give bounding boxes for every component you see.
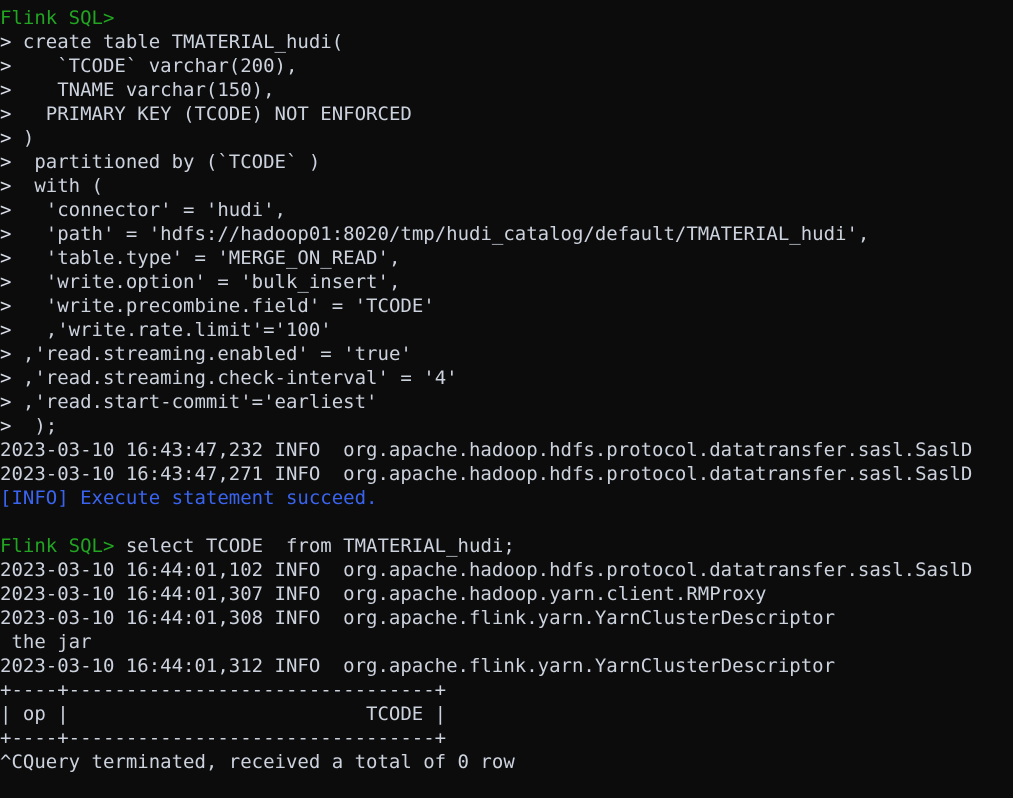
log-line-line: the jar — [0, 630, 1013, 654]
result-table-header-row: | op | TCODE | — [0, 703, 447, 725]
log-line: 2023-03-10 16:43:47,271 INFO org.apache.… — [0, 463, 973, 485]
terminal-line-continuation: > 'write.option' = 'bulk_insert', — [0, 270, 1013, 294]
sql-statement-text: PRIMARY KEY (TCODE) NOT ENFORCED — [11, 103, 412, 125]
sql-statement-text: partitioned by (`TCODE` ) — [11, 151, 321, 173]
continuation-marker: > — [0, 247, 12, 269]
continuation-marker: > — [0, 151, 12, 173]
continuation-marker: > — [0, 415, 12, 437]
log-line-line: 2023-03-10 16:44:01,308 INFO org.apache.… — [0, 606, 1013, 630]
sql-statement-text: ,'read.streaming.enabled' = 'true' — [11, 343, 412, 365]
terminal-line-continuation: > TNAME varchar(150), — [0, 78, 1013, 102]
continuation-marker: > — [0, 271, 12, 293]
result-table-border-line: +----+--------------------------------+ — [0, 678, 1013, 702]
sql-command-text: select TCODE from TMATERIAL_hudi; — [114, 535, 515, 557]
terminal-line-continuation: > 'path' = 'hdfs://hadoop01:8020/tmp/hud… — [0, 222, 1013, 246]
terminal-line-command: Flink SQL> select TCODE from TMATERIAL_h… — [0, 534, 1013, 558]
sql-statement-text: 'table.type' = 'MERGE_ON_READ', — [11, 247, 401, 269]
continuation-marker: > — [0, 127, 12, 149]
result-table-border: +----+--------------------------------+ — [0, 679, 447, 701]
terminal-line-continuation: > ,'read.start-commit'='earliest' — [0, 390, 1013, 414]
continuation-marker: > — [0, 367, 12, 389]
terminal-line-continuation: > ,'write.rate.limit'='100' — [0, 318, 1013, 342]
log-line-line: 2023-03-10 16:44:01,307 INFO org.apache.… — [0, 582, 1013, 606]
continuation-marker: > — [0, 295, 12, 317]
continuation-marker: > — [0, 199, 12, 221]
sql-statement-text: ,'read.start-commit'='earliest' — [11, 391, 378, 413]
log-line: 2023-03-10 16:44:01,102 INFO org.apache.… — [0, 559, 973, 581]
sql-statement-text: 'path' = 'hdfs://hadoop01:8020/tmp/hudi_… — [11, 223, 870, 245]
flink-sql-prompt: Flink SQL> — [0, 535, 115, 557]
terminal-line-continuation: > with ( — [0, 174, 1013, 198]
flink-sql-prompt: Flink SQL> — [0, 7, 115, 29]
terminal-line-continuation: > 'connector' = 'hudi', — [0, 198, 1013, 222]
continuation-marker: > — [0, 175, 12, 197]
continuation-marker: > — [0, 31, 12, 53]
terminal-line-continuation: > PRIMARY KEY (TCODE) NOT ENFORCED — [0, 102, 1013, 126]
continuation-marker: > — [0, 55, 12, 77]
terminal-line-continuation: > ) — [0, 126, 1013, 150]
continuation-marker: > — [0, 343, 12, 365]
continuation-marker: > — [0, 319, 12, 341]
terminal-line-continuation: > 'table.type' = 'MERGE_ON_READ', — [0, 246, 1013, 270]
log-line: 2023-03-10 16:44:01,312 INFO org.apache.… — [0, 655, 836, 677]
result-table-border: +----+--------------------------------+ — [0, 727, 447, 749]
sql-statement-text: 'write.precombine.field' = 'TCODE' — [11, 295, 435, 317]
info-message-line: [INFO] Execute statement succeed. — [0, 486, 1013, 510]
terminal-line-continuation: > ,'read.streaming.enabled' = 'true' — [0, 342, 1013, 366]
sql-statement-text: ,'write.rate.limit'='100' — [11, 319, 332, 341]
log-line: 2023-03-10 16:43:47,232 INFO org.apache.… — [0, 439, 973, 461]
log-line: 2023-03-10 16:44:01,308 INFO org.apache.… — [0, 607, 836, 629]
continuation-marker: > — [0, 103, 12, 125]
log-line-line: 2023-03-10 16:43:47,271 INFO org.apache.… — [0, 462, 1013, 486]
sql-statement-text: create table TMATERIAL_hudi( — [11, 31, 344, 53]
query-terminated-status: ^CQuery terminated, received a total of … — [0, 751, 515, 773]
terminal-line-continuation: > `TCODE` varchar(200), — [0, 54, 1013, 78]
continuation-marker: > — [0, 79, 12, 101]
log-line: 2023-03-10 16:44:01,307 INFO org.apache.… — [0, 583, 767, 605]
terminal-line-continuation: > partitioned by (`TCODE` ) — [0, 150, 1013, 174]
log-line-line: 2023-03-10 16:44:01,102 INFO org.apache.… — [0, 558, 1013, 582]
continuation-marker: > — [0, 223, 12, 245]
sql-statement-text: 'connector' = 'hudi', — [11, 199, 286, 221]
sql-statement-text: ); — [11, 415, 58, 437]
sql-statement-text: ) — [11, 127, 35, 149]
sql-statement-text: `TCODE` varchar(200), — [11, 55, 298, 77]
terminal-line-continuation: > ,'read.streaming.check-interval' = '4' — [0, 366, 1013, 390]
continuation-marker: > — [0, 391, 12, 413]
log-line: the jar — [0, 631, 92, 653]
terminal-line-prompt: Flink SQL> — [0, 6, 1013, 30]
log-line-line: 2023-03-10 16:44:01,312 INFO org.apache.… — [0, 654, 1013, 678]
terminal-line-continuation: > 'write.precombine.field' = 'TCODE' — [0, 294, 1013, 318]
sql-statement-text: TNAME varchar(150), — [11, 79, 275, 101]
result-table-border-line: +----+--------------------------------+ — [0, 726, 1013, 750]
result-table-header-row-line: | op | TCODE | — [0, 702, 1013, 726]
sql-statement-text: 'write.option' = 'bulk_insert', — [11, 271, 401, 293]
log-line-line: 2023-03-10 16:43:47,232 INFO org.apache.… — [0, 438, 1013, 462]
query-terminated-status-line: ^CQuery terminated, received a total of … — [0, 750, 1013, 774]
sql-statement-text: with ( — [11, 175, 103, 197]
terminal-line-continuation: > ); — [0, 414, 1013, 438]
terminal-line-continuation: > create table TMATERIAL_hudi( — [0, 30, 1013, 54]
sql-statement-text: ,'read.streaming.check-interval' = '4' — [11, 367, 458, 389]
terminal-output[interactable]: Flink SQL> > create table TMATERIAL_hudi(… — [0, 0, 1013, 798]
info-message: [INFO] Execute statement succeed. — [0, 487, 378, 509]
